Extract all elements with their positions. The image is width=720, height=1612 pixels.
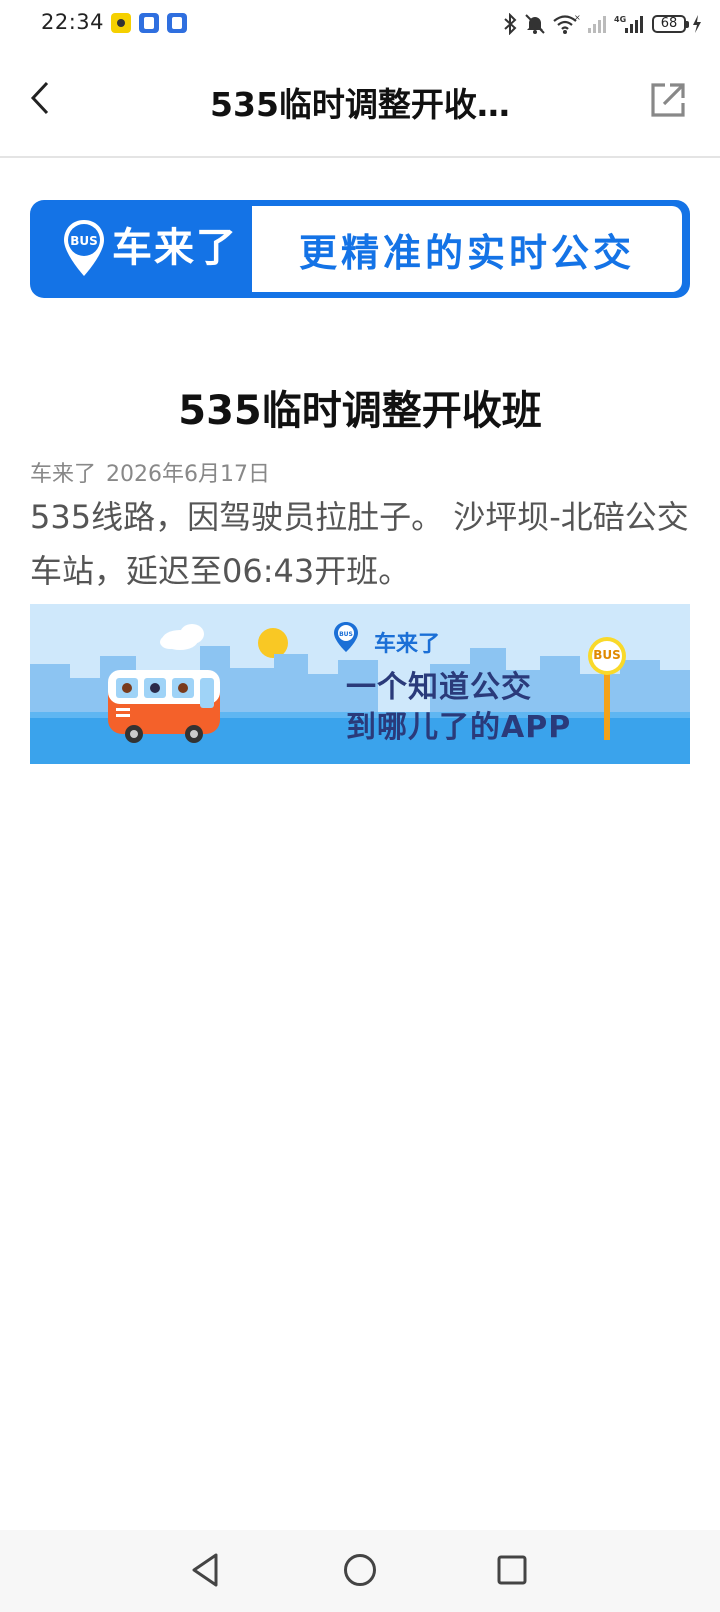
back-triangle-icon bbox=[192, 1553, 218, 1587]
article-meta: 车来了 2026年6月17日 bbox=[30, 456, 270, 488]
ad-tagline-line2: 到哪儿了的APP bbox=[346, 710, 572, 745]
signal-icon bbox=[588, 16, 606, 33]
bus-pin-icon: BUS bbox=[64, 220, 104, 276]
app-ad-banner[interactable]: BUS 车来了 一个知道公交 到哪儿了的APP BUS bbox=[30, 604, 690, 764]
ad-brand-name: 车来了 bbox=[374, 632, 441, 657]
wifi-icon: × bbox=[553, 13, 580, 34]
nav-back-button[interactable] bbox=[182, 1546, 230, 1594]
home-circle-icon bbox=[344, 1554, 376, 1586]
page-title: 535临时调整开收… bbox=[210, 85, 510, 124]
nav-home-button[interactable] bbox=[336, 1546, 384, 1594]
stop-sign-label: BUS bbox=[593, 648, 621, 662]
svg-text:BUS: BUS bbox=[339, 631, 353, 638]
recents-square-icon bbox=[497, 1555, 527, 1585]
app-promo-banner[interactable]: BUS 车来了 更精准的实时公交 bbox=[30, 200, 690, 298]
status-time: 22:34 bbox=[41, 10, 105, 34]
charging-icon bbox=[693, 15, 701, 33]
status-icons: × 4G 68 bbox=[502, 10, 702, 38]
status-bar: 22:34 × 4G 68 bbox=[0, 0, 720, 48]
article-source: 车来了 bbox=[30, 462, 97, 487]
app-notification-icon bbox=[111, 13, 131, 33]
battery-icon: 68 bbox=[652, 15, 689, 33]
svg-text:BUS: BUS bbox=[70, 234, 98, 248]
title-bar: 535临时调整开收… bbox=[0, 48, 720, 158]
nav-recents-button[interactable] bbox=[488, 1546, 536, 1594]
article-title: 535临时调整开收班 bbox=[178, 388, 542, 434]
battery-level: 68 bbox=[660, 16, 678, 31]
svg-text:×: × bbox=[574, 13, 580, 22]
article-date: 2026年6月17日 bbox=[106, 462, 270, 487]
back-button[interactable] bbox=[18, 76, 62, 120]
article-body: 535线路，因驾驶员拉肚子。 沙坪坝-北碚公交车站，延迟至06:43开班。 bbox=[30, 498, 689, 590]
app-name: 车来了 bbox=[112, 225, 238, 271]
ad-brand: 车来了 bbox=[374, 626, 440, 658]
app-notification-icon bbox=[139, 13, 159, 33]
svg-text:4G: 4G bbox=[614, 15, 626, 24]
slogan-box: 更精准的实时公交 bbox=[252, 206, 682, 292]
share-external-icon bbox=[651, 83, 685, 117]
ad-tagline-line1: 一个知道公交 bbox=[346, 670, 532, 705]
slogan: 更精准的实时公交 bbox=[298, 230, 635, 275]
app-logo: BUS 车来了 bbox=[30, 200, 252, 298]
4g-signal-icon: 4G bbox=[614, 15, 643, 33]
share-button[interactable] bbox=[646, 78, 690, 122]
sun-icon bbox=[258, 628, 288, 658]
app-notification-icon bbox=[167, 13, 187, 33]
chevron-left-icon bbox=[30, 81, 49, 115]
system-nav-bar bbox=[0, 1530, 720, 1612]
mute-icon bbox=[525, 14, 545, 34]
bluetooth-icon bbox=[504, 13, 517, 35]
bus-icon bbox=[108, 670, 220, 743]
